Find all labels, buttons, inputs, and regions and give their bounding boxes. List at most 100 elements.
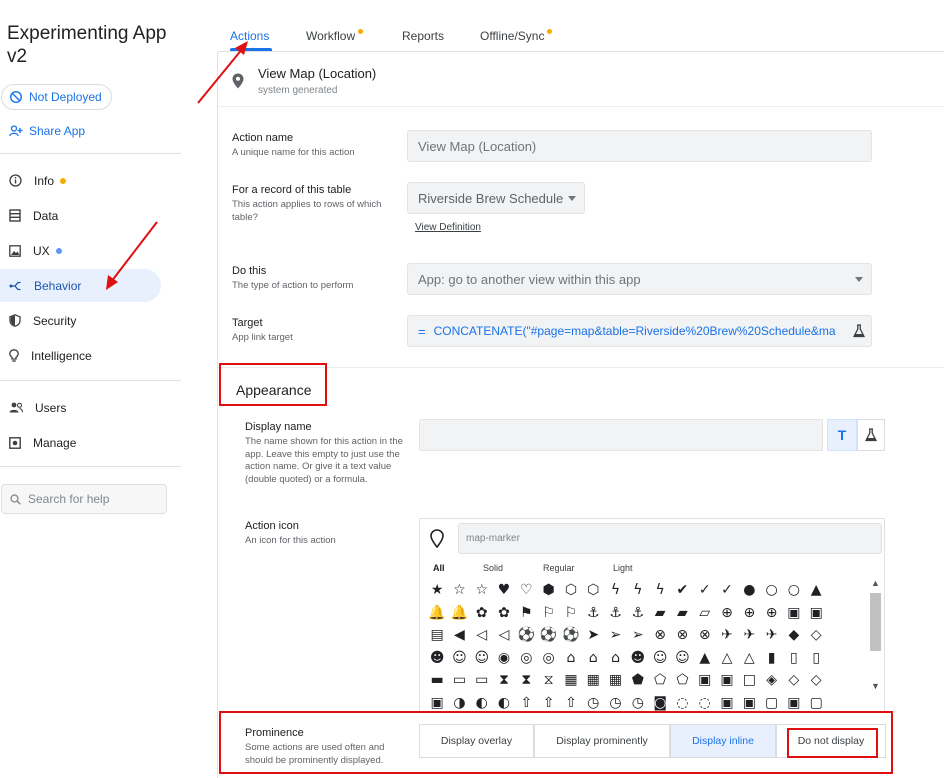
do-this-select[interactable]: App: go to another view within this app xyxy=(407,263,872,295)
icon-option[interactable]: ▦ xyxy=(582,672,604,688)
icon-option[interactable]: 🔔 xyxy=(426,605,448,621)
icon-option[interactable]: ◉ xyxy=(493,650,515,666)
icon-option[interactable]: ⊗ xyxy=(671,627,693,643)
icon-option[interactable]: ▣ xyxy=(716,695,738,711)
icon-option[interactable]: ▢ xyxy=(805,695,827,711)
icon-option[interactable]: ⇧ xyxy=(560,695,582,711)
sidebar-item-intelligence[interactable]: Intelligence xyxy=(0,339,161,372)
icon-option[interactable]: 🔔 xyxy=(448,605,470,621)
icon-option[interactable]: ◈ xyxy=(760,672,782,688)
icon-option[interactable]: ☻ xyxy=(426,650,448,666)
icon-option[interactable]: ◷ xyxy=(604,695,626,711)
icon-option[interactable]: ϟ xyxy=(649,582,671,598)
icon-option[interactable]: ☆ xyxy=(448,582,470,598)
icon-option[interactable]: ⬟ xyxy=(627,672,649,688)
icon-option[interactable]: ➢ xyxy=(604,627,626,643)
icon-option[interactable]: ▤ xyxy=(426,627,448,643)
icon-option[interactable]: ⚓ xyxy=(604,605,626,621)
icon-option[interactable]: ⚽ xyxy=(515,627,537,643)
icon-option[interactable]: △ xyxy=(738,650,760,666)
icon-filter-regular[interactable]: Regular xyxy=(543,563,575,573)
icon-option[interactable]: ◙ xyxy=(649,695,671,711)
sidebar-item-behavior[interactable]: Behavior xyxy=(0,269,161,302)
icon-option[interactable]: ▯ xyxy=(783,650,805,666)
icon-option[interactable]: ▭ xyxy=(471,672,493,688)
icon-option[interactable]: ϟ xyxy=(627,582,649,598)
icon-option[interactable]: ⚐ xyxy=(537,605,559,621)
icon-option[interactable]: ▣ xyxy=(716,672,738,688)
icon-option[interactable]: ➤ xyxy=(582,627,604,643)
scroll-thumb[interactable] xyxy=(870,593,881,651)
table-select[interactable]: Riverside Brew Schedule xyxy=(407,182,585,214)
prominence-option-overlay[interactable]: Display overlay xyxy=(419,724,534,758)
sidebar-item-ux[interactable]: UX xyxy=(0,234,161,267)
icon-option[interactable]: ◇ xyxy=(805,672,827,688)
icon-option[interactable]: ⚓ xyxy=(582,605,604,621)
icon-option[interactable]: ▣ xyxy=(426,695,448,711)
display-name-input[interactable] xyxy=(419,419,823,451)
icon-option[interactable]: ◎ xyxy=(537,650,559,666)
icon-option[interactable]: ▲ xyxy=(805,582,827,598)
icon-option[interactable]: ◷ xyxy=(627,695,649,711)
text-mode-button[interactable]: T xyxy=(827,419,857,451)
icon-option[interactable]: ⇧ xyxy=(515,695,537,711)
icon-option[interactable]: ⧗ xyxy=(515,672,537,688)
icon-option[interactable]: ⬢ xyxy=(537,582,559,598)
icon-option[interactable]: ◎ xyxy=(515,650,537,666)
icon-option[interactable]: ✿ xyxy=(493,605,515,621)
icon-option[interactable]: ◁ xyxy=(493,627,515,643)
icon-option[interactable]: ○ xyxy=(760,582,782,598)
icon-option[interactable]: ▢ xyxy=(760,695,782,711)
icon-option[interactable]: ⊕ xyxy=(760,605,782,621)
icon-option[interactable]: ◑ xyxy=(448,695,470,711)
icon-option[interactable]: ⌂ xyxy=(560,650,582,666)
icon-filter-all[interactable]: All xyxy=(433,563,445,573)
icon-option[interactable]: ○ xyxy=(783,582,805,598)
icon-option[interactable]: ☺ xyxy=(649,650,671,666)
tab-actions[interactable]: Actions xyxy=(230,29,269,43)
icon-option[interactable]: ▱ xyxy=(694,605,716,621)
icon-option[interactable]: ✿ xyxy=(471,605,493,621)
icon-option[interactable]: ▭ xyxy=(448,672,470,688)
sidebar-item-data[interactable]: Data xyxy=(0,199,161,232)
icon-option[interactable]: ⊕ xyxy=(738,605,760,621)
sidebar-item-security[interactable]: Security xyxy=(0,304,161,337)
icon-option[interactable]: ◐ xyxy=(493,695,515,711)
icon-option[interactable]: ☺ xyxy=(471,650,493,666)
icon-option[interactable]: ➢ xyxy=(627,627,649,643)
icon-option[interactable]: ✓ xyxy=(694,582,716,598)
icon-option[interactable]: ⧗ xyxy=(493,672,515,688)
scroll-down-icon[interactable]: ▼ xyxy=(871,681,880,691)
icon-option[interactable]: ▲ xyxy=(694,650,716,666)
icon-option[interactable]: ▯ xyxy=(805,650,827,666)
icon-option[interactable]: ⧖ xyxy=(537,672,559,688)
prominence-option-prominently[interactable]: Display prominently xyxy=(534,724,670,758)
icon-option[interactable]: ◀ xyxy=(448,627,470,643)
icon-option[interactable]: ▣ xyxy=(805,605,827,621)
icon-scrollbar[interactable]: ▲ ▼ xyxy=(868,577,883,697)
tab-workflow[interactable]: Workflow xyxy=(306,29,364,43)
icon-option[interactable]: ◐ xyxy=(471,695,493,711)
icon-option[interactable]: ✈ xyxy=(716,627,738,643)
icon-option[interactable]: ◇ xyxy=(783,672,805,688)
icon-option[interactable]: ◌ xyxy=(671,695,693,711)
icon-option[interactable]: ✓ xyxy=(716,582,738,598)
icon-option[interactable]: ⌂ xyxy=(582,650,604,666)
tab-offline-sync[interactable]: Offline/Sync xyxy=(480,29,553,43)
icon-option[interactable]: ⊕ xyxy=(716,605,738,621)
deploy-status-chip[interactable]: Not Deployed xyxy=(1,84,112,110)
sidebar-item-manage[interactable]: Manage xyxy=(0,426,161,459)
icon-option[interactable]: ⌂ xyxy=(604,650,626,666)
icon-option[interactable]: ◷ xyxy=(582,695,604,711)
action-name-input[interactable]: View Map (Location) xyxy=(407,130,872,162)
icon-option[interactable]: ☺ xyxy=(448,650,470,666)
icon-option[interactable]: ▰ xyxy=(649,605,671,621)
icon-option[interactable]: ▣ xyxy=(783,605,805,621)
tab-reports[interactable]: Reports xyxy=(402,29,444,43)
share-app-link[interactable]: Share App xyxy=(9,124,85,138)
icon-option[interactable]: ▬ xyxy=(426,672,448,688)
icon-option[interactable]: ▦ xyxy=(560,672,582,688)
icon-option[interactable]: ✈ xyxy=(760,627,782,643)
icon-option[interactable]: ⬡ xyxy=(582,582,604,598)
icon-option[interactable]: ⊗ xyxy=(694,627,716,643)
